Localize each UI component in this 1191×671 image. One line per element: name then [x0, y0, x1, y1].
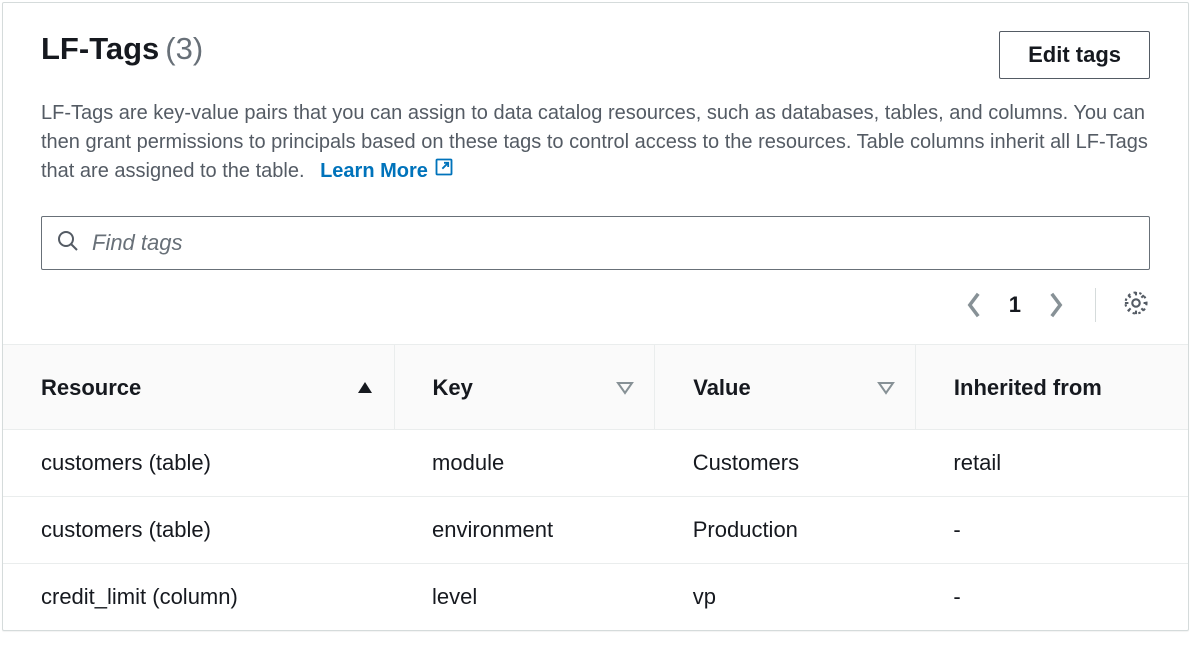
gear-icon [1122, 289, 1150, 322]
col-key[interactable]: Key [394, 345, 655, 430]
cell-resource: customers (table) [3, 497, 394, 564]
cell-key: module [394, 430, 655, 497]
title-text: LF-Tags [41, 31, 159, 67]
page-number: 1 [1005, 292, 1025, 318]
page-title: LF-Tags (3) [41, 31, 203, 67]
learn-more-link[interactable]: Learn More [320, 157, 454, 186]
col-value[interactable]: Value [655, 345, 916, 430]
table-header-row: Resource Key V [3, 345, 1188, 430]
table-body: customers (table) module Customers retai… [3, 430, 1188, 631]
cell-resource: customers (table) [3, 430, 394, 497]
search-container [3, 186, 1188, 270]
cell-inherited-link[interactable]: retail [915, 430, 1188, 497]
table-row: customers (table) module Customers retai… [3, 430, 1188, 497]
description-block: LF-Tags are key-value pairs that you can… [3, 79, 1188, 186]
cell-value: vp [655, 564, 916, 631]
panel-header: LF-Tags (3) Edit tags [3, 3, 1188, 79]
tags-table: Resource Key V [3, 344, 1188, 630]
next-page-button[interactable] [1047, 291, 1065, 319]
prev-page-button[interactable] [965, 291, 983, 319]
cell-key: environment [394, 497, 655, 564]
learn-more-text: Learn More [320, 157, 428, 186]
table-row: customers (table) environment Production… [3, 497, 1188, 564]
table-row: credit_limit (column) level vp - [3, 564, 1188, 631]
sort-asc-icon [356, 381, 374, 395]
col-resource-label: Resource [41, 375, 141, 401]
sort-icon [877, 381, 895, 395]
description-text: LF-Tags are key-value pairs that you can… [41, 102, 1148, 182]
cell-key: level [394, 564, 655, 631]
cell-resource: credit_limit (column) [3, 564, 394, 631]
search-box[interactable] [41, 216, 1150, 270]
col-key-label: Key [433, 375, 473, 401]
col-inherited[interactable]: Inherited from [915, 345, 1188, 430]
col-inherited-label: Inherited from [954, 375, 1102, 401]
col-resource[interactable]: Resource [3, 345, 394, 430]
search-input[interactable] [92, 230, 1135, 256]
cell-value: Production [655, 497, 916, 564]
edit-tags-button[interactable]: Edit tags [999, 31, 1150, 79]
cell-inherited: - [915, 497, 1188, 564]
divider [1095, 288, 1096, 322]
title-count: (3) [165, 31, 203, 67]
search-icon [56, 229, 80, 258]
cell-value: Customers [655, 430, 916, 497]
cell-inherited: - [915, 564, 1188, 631]
external-link-icon [434, 157, 454, 186]
pagination: 1 [3, 270, 1188, 344]
col-value-label: Value [693, 375, 750, 401]
sort-icon [616, 381, 634, 395]
settings-button[interactable] [1122, 289, 1150, 322]
lf-tags-panel: LF-Tags (3) Edit tags LF-Tags are key-va… [2, 2, 1189, 631]
